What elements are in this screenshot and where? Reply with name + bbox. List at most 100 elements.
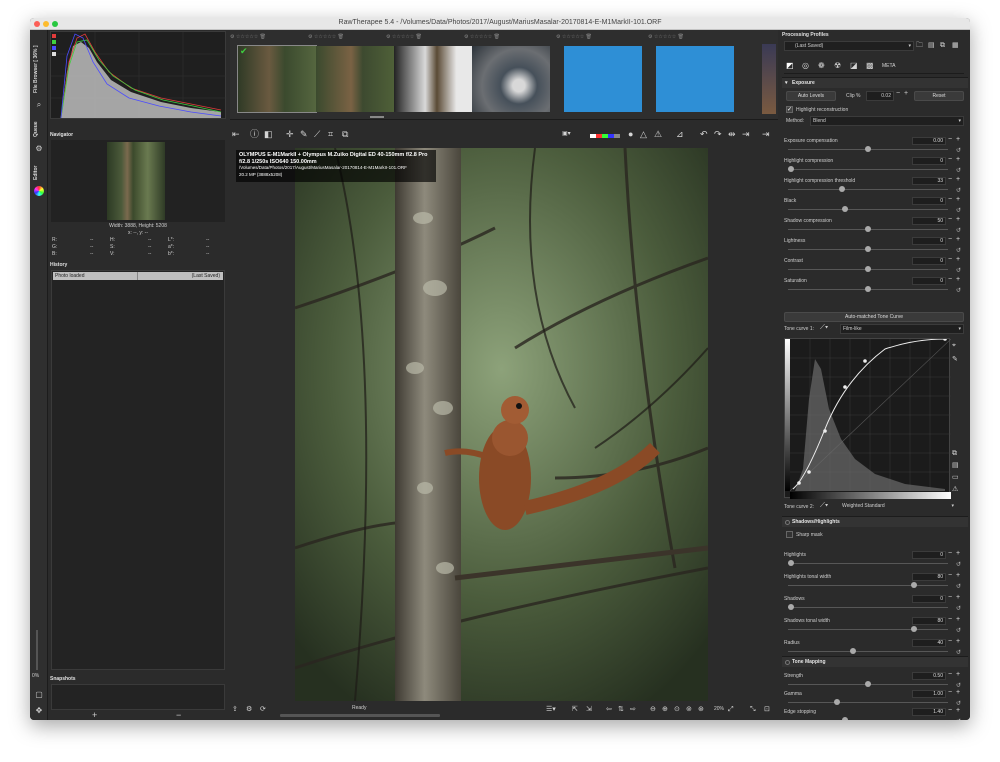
tab-transform-icon[interactable]: ◪ [850, 60, 858, 72]
thumbnail-image[interactable] [316, 46, 394, 112]
filmstrip-thumb[interactable]: ⚙ ☆☆☆☆☆ 🗑 [464, 34, 554, 114]
slider-handle[interactable] [865, 226, 871, 232]
reset-icon[interactable]: ↺ [956, 649, 961, 656]
channel-preview-icons[interactable] [590, 134, 620, 138]
reset-icon[interactable]: ↺ [956, 682, 961, 689]
highlight-reconstruction-checkbox[interactable]: ✓ [786, 106, 793, 113]
slider-value-input[interactable]: 0 [912, 257, 946, 265]
reset-icon[interactable]: ↺ [956, 187, 961, 194]
thumbnail-image[interactable] [656, 46, 734, 112]
fullscreen-toggle-icon[interactable]: ⤡ [750, 704, 756, 716]
increment-button[interactable]: + [956, 256, 960, 263]
exposure-header[interactable]: ▾ Exposure [782, 77, 968, 88]
decrement-button[interactable]: − [948, 256, 952, 263]
slider-value-input[interactable]: 1.00 [912, 690, 946, 698]
decrement-button[interactable]: − [948, 276, 952, 283]
slider-value-input[interactable]: 50 [912, 217, 946, 225]
increment-button[interactable]: + [956, 276, 960, 283]
decrement-button[interactable]: − [948, 550, 952, 557]
main-photo[interactable] [295, 148, 708, 701]
increment-button[interactable]: + [956, 594, 960, 601]
auto-tone-curve-button[interactable]: Auto-matched Tone Curve [784, 312, 964, 322]
fullscreen-icon[interactable]: ▢ [34, 690, 44, 700]
slider-value-input[interactable]: 0 [912, 157, 946, 165]
decrement-button[interactable]: − [948, 707, 952, 714]
slider-value-input[interactable]: 33 [912, 177, 946, 185]
auto-levels-button[interactable]: Auto Levels [786, 91, 836, 101]
decrement-button[interactable]: − [948, 616, 952, 623]
red-channel-toggle[interactable] [52, 34, 56, 38]
thumbnail-image[interactable] [472, 46, 550, 112]
thumbnail-image[interactable] [394, 46, 472, 112]
slider-track[interactable] [788, 169, 948, 170]
edit-external-icon[interactable]: ⟳ [260, 704, 266, 716]
thumbnail-image[interactable] [564, 46, 642, 112]
histogram-toggle-icon[interactable]: ⊿ [676, 128, 684, 140]
slider-track[interactable] [788, 585, 948, 586]
slider-handle[interactable] [788, 604, 794, 610]
next-image-icon[interactable]: ⇨ [630, 704, 636, 716]
add-snapshot-button[interactable]: + [92, 710, 97, 720]
filmstrip-thumb[interactable]: ⚙ ☆☆☆☆☆ 🗑 [648, 34, 738, 114]
tab-editor[interactable]: Editor [33, 162, 45, 184]
slider-track[interactable] [788, 189, 948, 190]
highlight-clipping-icon[interactable]: ⚠ [654, 128, 662, 140]
reset-icon[interactable]: ↺ [956, 267, 961, 274]
tab-color-icon[interactable]: ❁ [818, 60, 825, 72]
reset-icon[interactable]: ↺ [956, 227, 961, 234]
rating-stars[interactable]: ⚙ ☆☆☆☆☆ 🗑 [464, 34, 554, 44]
collapse-icon[interactable]: ⊡ [764, 704, 770, 716]
previous-image-icon[interactable]: ⇦ [606, 704, 612, 716]
profile-select[interactable]: (Last Saved) ▾ [784, 41, 914, 51]
navigator-thumbnail[interactable] [107, 142, 165, 220]
increment-button[interactable]: + [956, 616, 960, 623]
enable-toggle-icon[interactable] [785, 660, 790, 665]
thumbnail-image[interactable] [237, 45, 317, 113]
curve-type-icon[interactable]: ⟋▾ [820, 324, 828, 332]
color-wheel-icon[interactable] [34, 186, 44, 196]
green-channel-toggle[interactable] [52, 40, 56, 44]
decrement-button[interactable]: − [948, 671, 952, 678]
focus-mask-icon[interactable]: ● [628, 128, 633, 140]
slider-handle[interactable] [849, 648, 856, 654]
slider-handle[interactable] [865, 246, 871, 252]
decrement-button[interactable]: − [948, 638, 952, 645]
flip-vertical-icon[interactable]: ⇥ [742, 128, 750, 140]
navigate-next-icon[interactable]: ⇲ [586, 704, 592, 716]
open-profile-icon[interactable]: 🗀 [916, 40, 923, 52]
tab-queue[interactable]: Queue [33, 118, 45, 140]
slider-value-input[interactable]: 0 [912, 237, 946, 245]
rotate-left-icon[interactable]: ↶ [700, 128, 708, 140]
tone-curve-2-select[interactable]: Weighted Standard ▾ [840, 502, 956, 512]
transform-icon[interactable]: ⧉ [342, 128, 348, 140]
slider-track[interactable] [788, 607, 948, 608]
slider-handle[interactable] [865, 286, 871, 292]
increment-button[interactable]: + [956, 136, 960, 143]
curve-copy-icon[interactable]: ⧉ [952, 448, 957, 460]
rating-stars[interactable]: ⚙ ☆☆☆☆☆ 🗑 [556, 34, 646, 44]
zoom-slider[interactable] [36, 630, 38, 670]
reset-button[interactable]: Reset [914, 91, 964, 101]
reset-icon[interactable]: ↺ [956, 718, 961, 720]
curve-paste-icon[interactable]: ▤ [952, 460, 959, 472]
sharp-mask-checkbox[interactable] [786, 531, 793, 538]
clip-minus-button[interactable]: − [896, 90, 900, 97]
tone-curve-1-select[interactable]: Film-like ▾ [840, 324, 964, 334]
zoom-in-icon[interactable]: ⊕ [662, 704, 668, 716]
move-icon[interactable]: ✥ [34, 706, 44, 716]
reset-icon[interactable]: ↺ [956, 287, 961, 294]
slider-track[interactable] [788, 209, 948, 210]
curve-pencil-icon[interactable]: ✎ [952, 354, 958, 366]
luminance-toggle[interactable] [52, 52, 56, 56]
slider-handle[interactable] [834, 699, 841, 705]
slider-handle[interactable] [911, 582, 918, 588]
reset-icon[interactable]: ↺ [956, 700, 961, 707]
send-to-editor-icon[interactable]: ⇪ [232, 704, 238, 716]
navigate-prev-icon[interactable]: ⇱ [572, 704, 578, 716]
reset-icon[interactable]: ↺ [956, 147, 961, 154]
increment-button[interactable]: + [956, 572, 960, 579]
tab-file-browser[interactable]: File Browser [ 36% ] [33, 44, 45, 94]
tab-advanced-icon[interactable]: ☢ [834, 60, 841, 72]
slider-value-input[interactable]: 0.00 [912, 137, 946, 145]
zoom-100-icon[interactable]: ⊛ [698, 704, 704, 716]
